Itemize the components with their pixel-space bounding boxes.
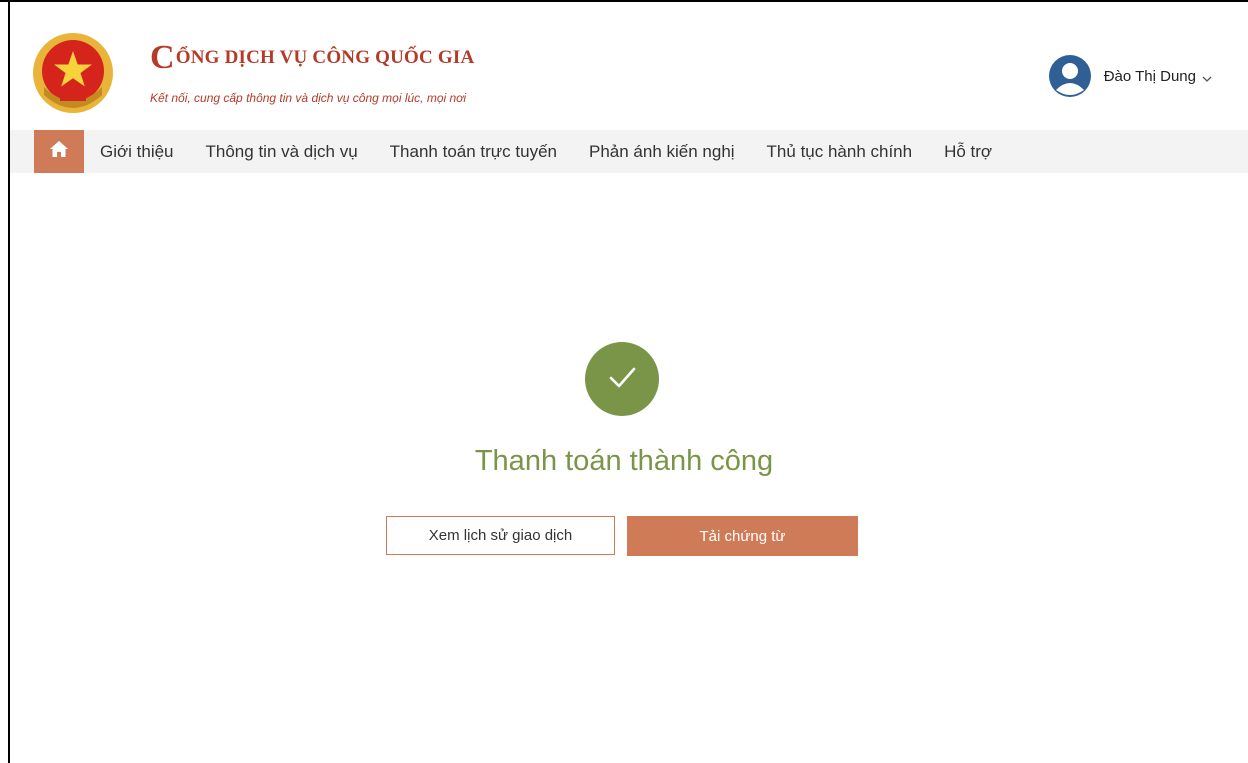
brand-title-text: ỔNG DỊCH VỤ CÔNG QUỐC GIA bbox=[175, 47, 475, 68]
view-history-button[interactable]: Xem lịch sử giao dịch bbox=[386, 516, 615, 555]
check-icon bbox=[605, 360, 639, 399]
brand-subtitle: Kết nối, cung cấp thông tin và dịch vụ c… bbox=[150, 91, 467, 105]
download-receipt-button[interactable]: Tải chứng từ bbox=[627, 516, 858, 556]
home-icon bbox=[49, 140, 69, 163]
nav-item-phan-anh-kien-nghi[interactable]: Phản ánh kiến nghị bbox=[589, 142, 735, 162]
user-menu[interactable]: Đào Thị Dung bbox=[1048, 54, 1212, 98]
national-emblem-icon[interactable] bbox=[32, 31, 114, 115]
main-nav: Giới thiệu Thông tin và dịch vụ Thanh to… bbox=[10, 130, 1248, 173]
page-title: Thanh toán thành công bbox=[474, 445, 774, 477]
nav-item-thu-tuc-hanh-chinh[interactable]: Thủ tục hành chính bbox=[767, 142, 913, 162]
nav-item-thanh-toan-truc-tuyen[interactable]: Thanh toán trực tuyến bbox=[390, 142, 557, 162]
success-indicator bbox=[585, 342, 659, 416]
brand-initial: C bbox=[150, 39, 175, 76]
site-header: CỔNG DỊCH VỤ CÔNG QUỐC GIA Kết nối, cung… bbox=[10, 2, 1248, 130]
brand-title: CỔNG DỊCH VỤ CÔNG QUỐC GIA bbox=[150, 34, 475, 76]
nav-item-ho-tro[interactable]: Hỗ trợ bbox=[944, 142, 992, 162]
nav-item-thong-tin-dich-vu[interactable]: Thông tin và dịch vụ bbox=[206, 142, 358, 162]
chevron-down-icon bbox=[1202, 71, 1212, 82]
user-avatar-icon bbox=[1048, 54, 1092, 98]
home-button[interactable] bbox=[34, 130, 84, 173]
nav-item-gioi-thieu[interactable]: Giới thiệu bbox=[100, 142, 174, 162]
user-name: Đào Thị Dung bbox=[1103, 67, 1196, 85]
